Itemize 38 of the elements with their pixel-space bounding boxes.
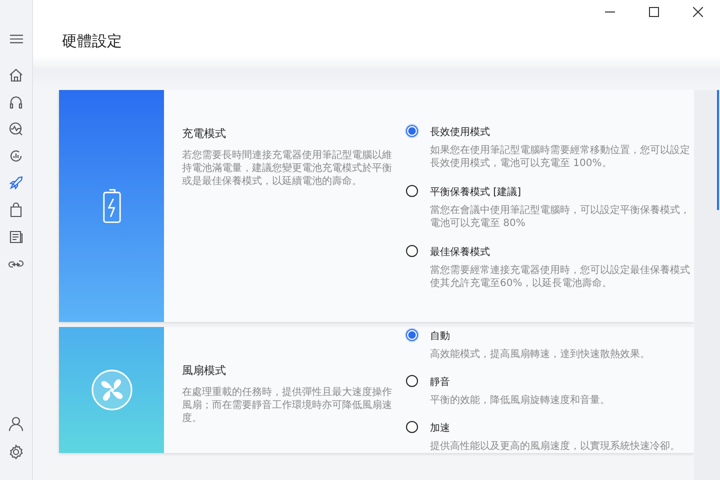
- page-title: 硬體設定: [62, 32, 123, 52]
- option-label: 平衡保養模式 [建議]: [430, 186, 522, 199]
- radio-button[interactable]: [406, 185, 418, 197]
- option-label: 靜音: [430, 376, 451, 389]
- option-label: 最佳保養模式: [430, 246, 491, 259]
- pulse-icon[interactable]: [8, 121, 24, 137]
- settings-icon[interactable]: [8, 444, 24, 460]
- section-title: 充電模式: [182, 126, 227, 141]
- option-label: 長效使用模式: [430, 126, 491, 139]
- option-label: 自動: [430, 330, 451, 343]
- option-description: 當您在會議中使用筆記型電腦時，可以設定平衡保養模式，電池可以充電至 80%: [430, 204, 691, 230]
- document-icon[interactable]: [8, 229, 24, 245]
- option-description: 提供高性能以及更高的風扇速度，以實現系統快速冷卻。: [430, 440, 680, 453]
- home-icon[interactable]: [8, 67, 24, 83]
- radio-button[interactable]: [406, 329, 418, 341]
- option-description: 高效能模式，提高風扇轉速，達到快速散熱效果。: [430, 348, 650, 361]
- radio-button[interactable]: [406, 421, 418, 433]
- rocket-icon[interactable]: [8, 175, 24, 191]
- maximize-icon: [649, 7, 659, 17]
- user-icon[interactable]: [8, 416, 24, 432]
- fan-icon: [90, 369, 132, 411]
- option-description: 如果您在使用筆記型電腦時需要經常移動位置，您可以設定長效使用模式，電池可以充電至 100%。: [430, 144, 691, 170]
- radio-button[interactable]: [406, 375, 418, 387]
- menu-icon[interactable]: [10, 34, 22, 44]
- scrollbar[interactable]: [694, 90, 720, 480]
- section-description: 在處理重載的任務時，提供彈性且最大速度操作風扇；而在需要靜音工作環境時亦可降低風扇速度。: [182, 386, 392, 425]
- radio-button[interactable]: [406, 245, 418, 257]
- battery-charging-icon: [100, 188, 122, 224]
- option-description: 平衡的效能，降低風扇旋轉速度和音量。: [430, 394, 610, 407]
- section-description: 若您需要長時間連接充電器使用筆記型電腦以維持電池滿電量，建議您變更電池充電模式於平衡或是最佳保養模式，以延續電池的壽命。: [182, 149, 392, 188]
- chart-icon[interactable]: [8, 148, 24, 164]
- close-icon: [693, 7, 703, 17]
- radio-button[interactable]: [406, 125, 418, 137]
- option-label: 加速: [430, 422, 451, 435]
- bag-icon[interactable]: [8, 202, 24, 218]
- headphones-icon[interactable]: [8, 94, 24, 110]
- option-description: 當您需要經常連接充電器使用時，您可以設定最佳保養模式使其允許充電至60%，以延長電池壽命。: [430, 264, 691, 290]
- section-title: 風扇模式: [182, 363, 227, 378]
